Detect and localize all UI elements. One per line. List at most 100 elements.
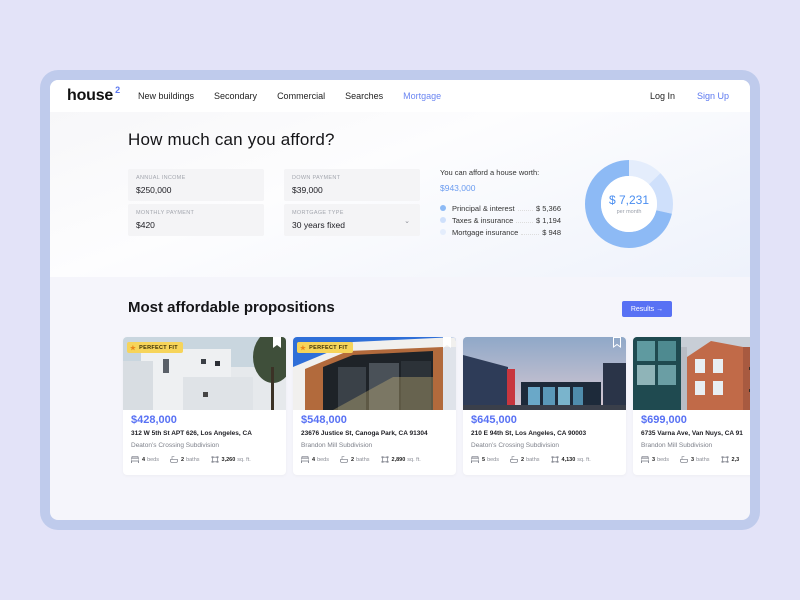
property-price: $548,000 (301, 414, 347, 426)
baths-count: 2 (351, 456, 355, 463)
sqft-label: sq. ft. (407, 456, 421, 463)
annual-income-label: ANNUAL INCOME (136, 175, 186, 181)
logo-text: house (67, 87, 114, 104)
badge-label: PERFECT FIT (139, 344, 178, 351)
bed-icon (641, 456, 649, 463)
beds-feature: 5 beds (471, 456, 499, 463)
baths-label: baths (186, 456, 200, 463)
breakdown-name: Principal & interest (452, 203, 515, 213)
bookmark-icon[interactable] (613, 337, 621, 348)
bookmark-icon[interactable] (443, 337, 451, 348)
sqft-value: 2,890 (391, 456, 406, 463)
area-feature: 2,3 (721, 456, 742, 463)
afford-label: You can afford a house worth: (440, 168, 540, 177)
baths-label: baths (356, 456, 370, 463)
property-photo (463, 337, 626, 410)
sqft-value: 3,260 (221, 456, 236, 463)
sqft-value: 4,130 (561, 456, 576, 463)
area-icon (551, 456, 559, 463)
mortgage-type-select[interactable]: MORTGAGE TYPE 30 years fixed ⌄ (284, 204, 420, 236)
monthly-payment-donut (585, 160, 673, 248)
breakdown-row: Principal & interest $ 5,366 (440, 202, 561, 214)
monthly-payment-label: MONTHLY PAYMENT (136, 210, 195, 216)
bathtub-icon (340, 456, 348, 463)
baths-count: 2 (521, 456, 525, 463)
beds-feature: 4 beds (131, 456, 159, 463)
breakdown-row: Taxes & insurance $ 1,194 (440, 214, 561, 226)
top-navbar: house 2 New buildings Secondary Commercia… (50, 80, 750, 112)
nav-link-commercial[interactable]: Commercial (277, 91, 325, 101)
area-icon (211, 456, 219, 463)
logo-superscript: 2 (115, 85, 120, 95)
leader-dots (516, 218, 533, 223)
donut-hole (601, 176, 657, 232)
nav-link-new-buildings[interactable]: New buildings (138, 91, 194, 101)
leader-dots (517, 206, 533, 211)
monthly-payment-field[interactable]: MONTHLY PAYMENT $420 (128, 204, 264, 236)
down-payment-value[interactable]: $39,000 (292, 185, 323, 195)
leader-dots (521, 230, 540, 235)
calculator-title: How much can you afford? (128, 130, 335, 149)
area-icon (721, 456, 729, 463)
property-features: 4 beds 2 baths 2,890 sq. ft. (301, 456, 432, 463)
area-feature: 3,260 sq. ft. (211, 456, 251, 463)
property-features: 5 beds 2 baths 4,130 sq. ft. (471, 456, 602, 463)
baths-label: baths (526, 456, 540, 463)
property-price: $428,000 (131, 414, 177, 426)
property-features: 3 beds 3 baths 2,3 (641, 456, 750, 463)
payment-breakdown: Principal & interest $ 5,366 Taxes & ins… (440, 202, 561, 238)
baths-feature: 2 baths (340, 456, 370, 463)
annual-income-value[interactable]: $250,000 (136, 185, 171, 195)
beds-count: 4 (142, 456, 146, 463)
breakdown-name: Taxes & insurance (452, 215, 514, 225)
login-link[interactable]: Log In (650, 91, 675, 101)
beds-count: 5 (482, 456, 486, 463)
results-button[interactable]: Results → (622, 301, 672, 317)
auth-links: Log In Sign Up (650, 91, 729, 101)
property-card[interactable]: $645,000 210 E 94th St, Los Angeles, CA … (463, 337, 626, 475)
app-screen: house 2 New buildings Secondary Commercia… (50, 80, 750, 520)
mortgage-type-value[interactable]: 30 years fixed (292, 220, 345, 230)
property-address[interactable]: 312 W 5th St APT 626, Los Angeles, CA (131, 430, 252, 437)
breakdown-amount: $ 1,194 (535, 215, 561, 225)
nav-link-searches[interactable]: Searches (345, 91, 383, 101)
property-card[interactable]: ★ PERFECT FIT $428,000 312 W 5th St APT 6… (123, 337, 286, 475)
baths-label: baths (696, 456, 710, 463)
nav-links: New buildings Secondary Commercial Searc… (138, 91, 461, 101)
beds-feature: 3 beds (641, 456, 669, 463)
legend-dot-principal (440, 205, 446, 211)
perfect-fit-badge: ★ PERFECT FIT (297, 342, 353, 353)
area-feature: 4,130 sq. ft. (551, 456, 591, 463)
property-address[interactable]: 23676 Justice St, Canoga Park, CA 91304 (301, 430, 428, 437)
annual-income-field[interactable]: ANNUAL INCOME $250,000 (128, 169, 264, 201)
beds-label: beds (487, 456, 499, 463)
property-card[interactable]: ★ PERFECT FIT $548,000 23676 Justice St, … (293, 337, 456, 475)
sqft-label: sq. ft. (577, 456, 591, 463)
property-card[interactable]: $699,000 6735 Varna Ave, Van Nuys, CA 91… (633, 337, 750, 475)
property-price: $699,000 (641, 414, 687, 426)
bed-icon (471, 456, 479, 463)
down-payment-label: DOWN PAYMENT (292, 175, 341, 181)
chevron-down-icon[interactable]: ⌄ (404, 217, 410, 225)
breakdown-row: Mortgage insurance $ 948 (440, 226, 561, 238)
bookmark-icon[interactable] (273, 337, 281, 348)
down-payment-field[interactable]: DOWN PAYMENT $39,000 (284, 169, 420, 201)
badge-label: PERFECT FIT (309, 344, 348, 351)
property-subdivision: Deaton’s Crossing Subdivision (131, 442, 220, 449)
nav-link-secondary[interactable]: Secondary (214, 91, 257, 101)
legend-dot-mortgage-insurance (440, 229, 446, 235)
property-features: 4 beds 2 baths 3,260 sq. ft. (131, 456, 262, 463)
property-address[interactable]: 6735 Varna Ave, Van Nuys, CA 91 (641, 430, 743, 437)
property-address[interactable]: 210 E 94th St, Los Angeles, CA 90003 (471, 430, 586, 437)
star-icon: ★ (300, 344, 307, 352)
bathtub-icon (170, 456, 178, 463)
monthly-payment-value[interactable]: $420 (136, 220, 155, 230)
bathtub-icon (680, 456, 688, 463)
beds-count: 3 (652, 456, 656, 463)
signup-link[interactable]: Sign Up (697, 91, 729, 101)
nav-link-mortgage[interactable]: Mortgage (403, 91, 441, 101)
property-subdivision: Brandon Mill Subdivision (301, 442, 373, 449)
sqft-value: 2,3 (731, 456, 740, 463)
breakdown-amount: $ 948 (542, 227, 561, 237)
logo[interactable]: house 2 (67, 85, 120, 105)
